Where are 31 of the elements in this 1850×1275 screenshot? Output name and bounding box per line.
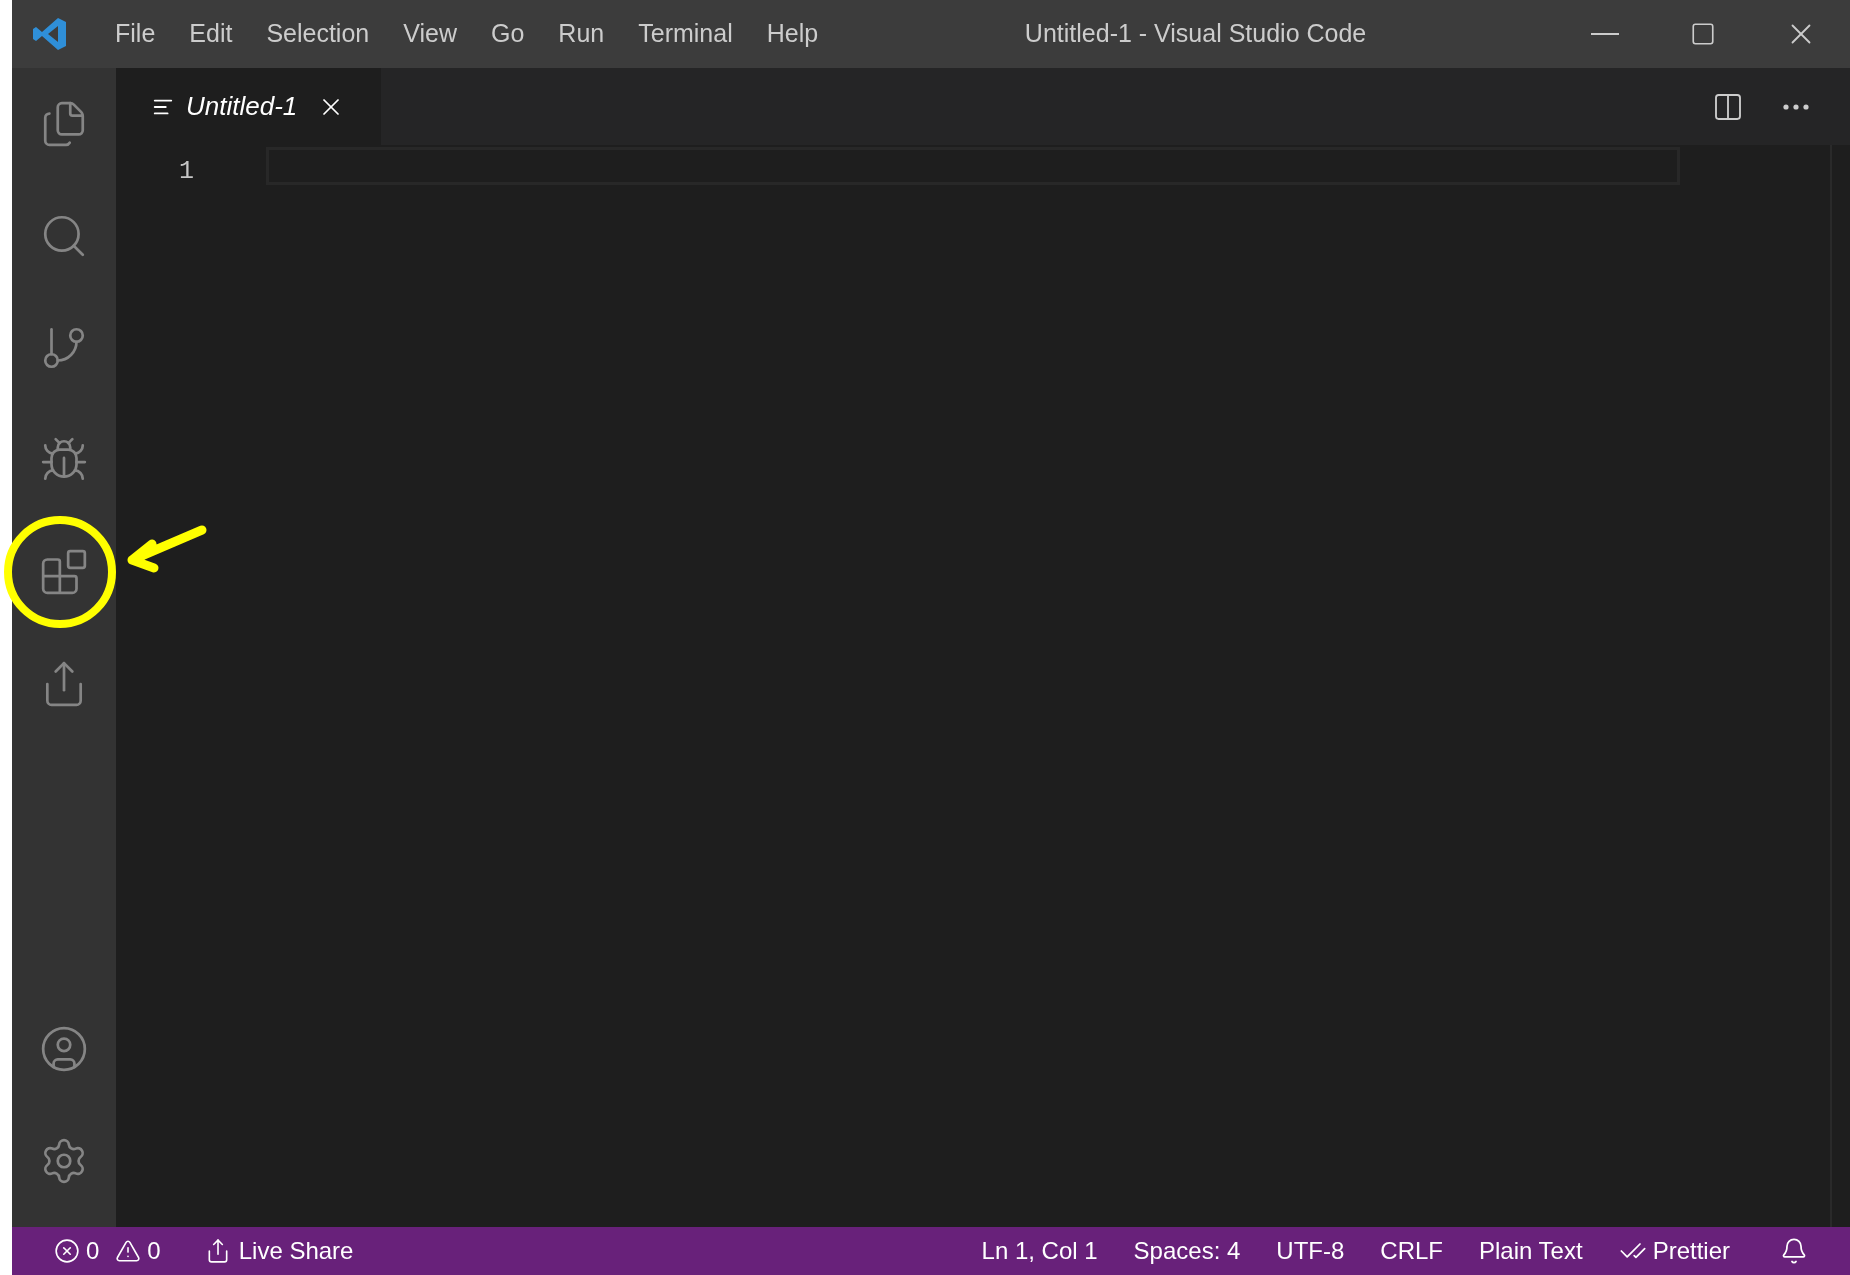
- status-item[interactable]: UTF-8: [1258, 1233, 1363, 1269]
- status-item[interactable]: CRLF: [1362, 1233, 1461, 1269]
- maximize-icon: [1690, 21, 1716, 47]
- status-item[interactable]: Prettier: [1600, 1233, 1748, 1269]
- bell-icon: [1780, 1237, 1808, 1265]
- status-item[interactable]: Spaces: 4: [1115, 1233, 1259, 1269]
- account-icon: [39, 1024, 89, 1074]
- menu-item[interactable]: Selection: [249, 15, 387, 53]
- status-item[interactable]: Plain Text: [1461, 1233, 1601, 1269]
- warning-icon: [115, 1238, 142, 1264]
- warning-count: 0: [147, 1236, 161, 1266]
- problems-button[interactable]: 0 0: [42, 1233, 173, 1269]
- minimize-icon: [1591, 33, 1619, 35]
- live-share-button[interactable]: Live Share: [192, 1233, 366, 1269]
- app-logo-icon: [32, 16, 68, 52]
- menu-item[interactable]: Help: [749, 15, 836, 53]
- status-item[interactable]: Ln 1, Col 1: [963, 1233, 1116, 1269]
- editor-tab[interactable]: Untitled-1: [116, 68, 382, 145]
- menu-item[interactable]: Run: [541, 15, 622, 53]
- menu-item[interactable]: Go: [474, 15, 542, 53]
- menu-item[interactable]: Terminal: [621, 15, 750, 53]
- blocks-icon: [39, 547, 89, 597]
- window-title: Untitled-1 - Visual Studio Code: [1024, 19, 1367, 48]
- menu-item[interactable]: View: [386, 15, 474, 53]
- error-icon: [54, 1238, 80, 1264]
- menu-item[interactable]: File: [98, 15, 173, 53]
- more-icon: [1783, 103, 1809, 110]
- line-number: 1: [178, 156, 194, 188]
- error-count: 0: [86, 1236, 100, 1266]
- menu-item[interactable]: Edit: [172, 15, 250, 53]
- tab-label: Untitled-1: [186, 90, 298, 123]
